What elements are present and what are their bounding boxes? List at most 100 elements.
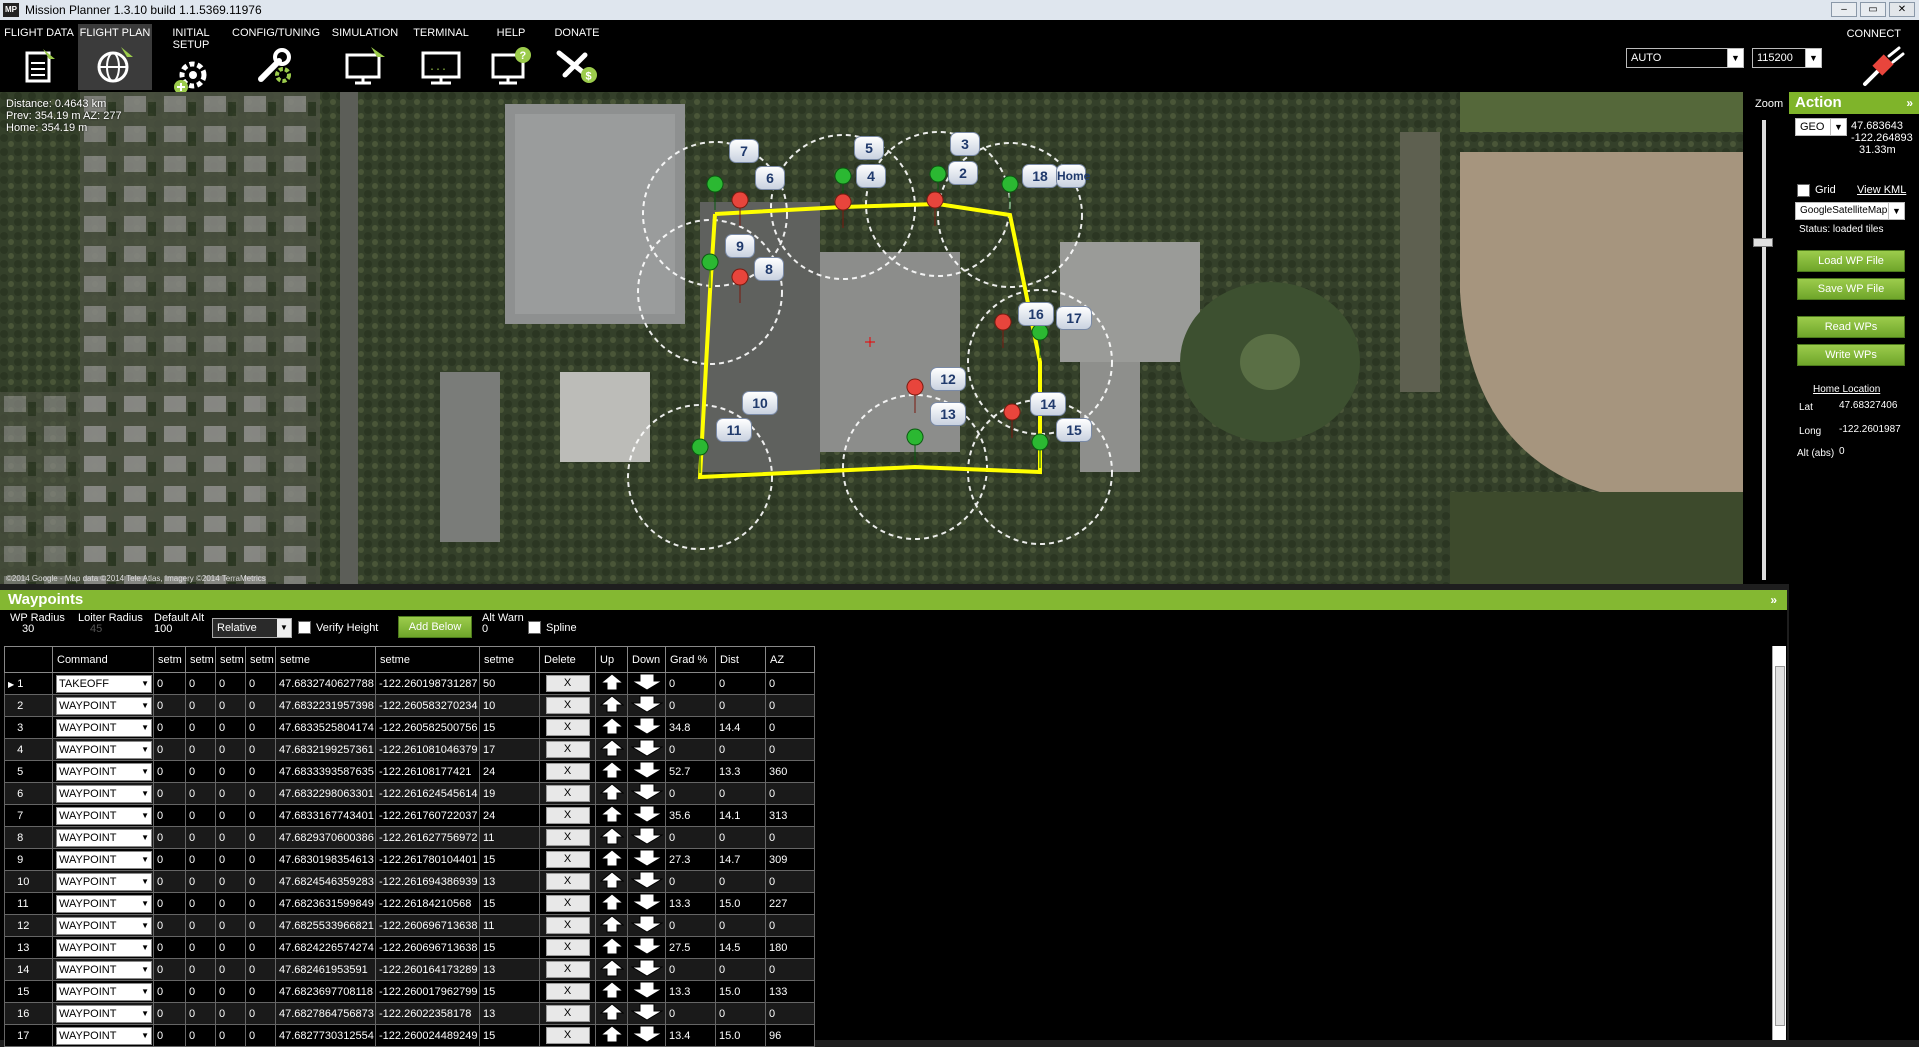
delete-button[interactable]: X: [545, 719, 590, 736]
alt-cell[interactable]: 19: [479, 782, 540, 805]
table-row[interactable]: 6 WAYPOINT ▼ 0 0 0 0 47.6832298063301 -122.26162…: [4, 782, 815, 805]
row-number[interactable]: 13: [4, 936, 53, 959]
command-cell[interactable]: WAYPOINT ▼: [52, 936, 154, 959]
command-select[interactable]: WAYPOINT ▼: [56, 938, 152, 957]
baud-rate-select[interactable]: 115200 ▼: [1752, 48, 1822, 68]
alt-cell[interactable]: 15: [479, 716, 540, 739]
param3-cell[interactable]: 0: [215, 936, 246, 959]
down-arrow-icon[interactable]: [629, 959, 664, 980]
col-param2[interactable]: setm: [185, 646, 216, 673]
param2-cell[interactable]: 0: [185, 1024, 216, 1047]
waypoint-label[interactable]: 13: [930, 402, 966, 426]
command-cell[interactable]: WAYPOINT ▼: [52, 826, 154, 849]
alt-frame-select[interactable]: Relative ▼: [212, 618, 292, 638]
col-up[interactable]: Up: [595, 646, 628, 673]
lat-cell[interactable]: 47.6832740627788: [275, 672, 376, 695]
col-command[interactable]: Command: [52, 646, 154, 673]
param2-cell[interactable]: 0: [185, 936, 216, 959]
command-select[interactable]: WAYPOINT ▼: [56, 850, 152, 869]
waypoint-label[interactable]: 14: [1030, 392, 1066, 416]
up-arrow-icon[interactable]: [599, 805, 624, 826]
home-label[interactable]: Home: [1056, 164, 1090, 188]
delete-button[interactable]: X: [545, 763, 590, 780]
command-select[interactable]: WAYPOINT ▼: [56, 1004, 152, 1023]
command-select[interactable]: WAYPOINT ▼: [56, 806, 152, 825]
up-arrow-icon[interactable]: [599, 871, 624, 892]
command-cell[interactable]: WAYPOINT ▼: [52, 782, 154, 805]
param4-cell[interactable]: 0: [245, 914, 276, 937]
table-row[interactable]: 5 WAYPOINT ▼ 0 0 0 0 47.6833393587635 -122.26108…: [4, 760, 815, 783]
down-arrow-icon[interactable]: [629, 981, 664, 1002]
delete-button[interactable]: X: [545, 961, 590, 978]
lat-cell[interactable]: 47.6825533966821: [275, 914, 376, 937]
wp-radius-field[interactable]: 30: [22, 623, 34, 635]
param2-cell[interactable]: 0: [185, 716, 216, 739]
table-scrollbar[interactable]: [1772, 646, 1786, 1040]
command-cell[interactable]: WAYPOINT ▼: [52, 1002, 154, 1025]
command-cell[interactable]: WAYPOINT ▼: [52, 892, 154, 915]
menu-simulation[interactable]: SIMULATION: [330, 24, 400, 90]
down-arrow-icon[interactable]: [629, 717, 664, 738]
param4-cell[interactable]: 0: [245, 694, 276, 717]
flight-mode-select[interactable]: AUTO ▼: [1626, 48, 1744, 68]
param3-cell[interactable]: 0: [215, 738, 246, 761]
up-arrow-icon[interactable]: [599, 981, 624, 1002]
param2-cell[interactable]: 0: [185, 958, 216, 981]
param3-cell[interactable]: 0: [215, 1024, 246, 1047]
up-arrow-icon[interactable]: [599, 739, 624, 760]
close-button[interactable]: ✕: [1889, 2, 1915, 17]
down-arrow-icon[interactable]: [629, 695, 664, 716]
param3-cell[interactable]: 0: [215, 958, 246, 981]
collapse-icon[interactable]: »: [1906, 92, 1913, 114]
lng-cell[interactable]: -122.26022358178: [375, 1002, 480, 1025]
param4-cell[interactable]: 0: [245, 848, 276, 871]
zoom-slider-track[interactable]: [1762, 120, 1766, 580]
row-number[interactable]: ▶ 1: [4, 672, 53, 695]
table-row[interactable]: 15 WAYPOINT ▼ 0 0 0 0 47.6823697708118 -122.2600…: [4, 980, 815, 1003]
alt-cell[interactable]: 11: [479, 826, 540, 849]
row-number[interactable]: 3: [4, 716, 53, 739]
satellite-map[interactable]: Distance: 0.4643 km Prev: 354.19 m AZ: 2…: [0, 92, 1743, 584]
coord-type-select[interactable]: GEO ▼: [1795, 118, 1847, 136]
param4-cell[interactable]: 0: [245, 958, 276, 981]
lng-cell[interactable]: -122.260198731287: [375, 672, 480, 695]
row-number[interactable]: 6: [4, 782, 53, 805]
default-alt-field[interactable]: 100: [154, 623, 172, 635]
delete-button[interactable]: X: [545, 917, 590, 934]
param3-cell[interactable]: 0: [215, 892, 246, 915]
delete-button[interactable]: X: [545, 939, 590, 956]
param1-cell[interactable]: 0: [153, 1024, 186, 1047]
col-delete[interactable]: Delete: [539, 646, 596, 673]
param2-cell[interactable]: 0: [185, 782, 216, 805]
table-row[interactable]: 10 WAYPOINT ▼ 0 0 0 0 47.6824546359283 -122.2616…: [4, 870, 815, 893]
command-select[interactable]: WAYPOINT ▼: [56, 982, 152, 1001]
read-wps-button[interactable]: Read WPs: [1797, 316, 1905, 338]
lat-cell[interactable]: 47.6827730312554: [275, 1024, 376, 1047]
delete-button[interactable]: X: [545, 983, 590, 1000]
waypoint-label[interactable]: 18: [1022, 164, 1058, 188]
alt-cell[interactable]: 10: [479, 694, 540, 717]
up-arrow-icon[interactable]: [599, 959, 624, 980]
menu-initial-setup[interactable]: INITIAL SETUP: [154, 24, 228, 94]
lat-cell[interactable]: 47.6830198354613: [275, 848, 376, 871]
table-row[interactable]: 4 WAYPOINT ▼ 0 0 0 0 47.6832199257361 -122.26108…: [4, 738, 815, 761]
param3-cell[interactable]: 0: [215, 760, 246, 783]
lat-cell[interactable]: 47.682461953591: [275, 958, 376, 981]
row-number[interactable]: 17: [4, 1024, 53, 1047]
up-arrow-icon[interactable]: [599, 893, 624, 914]
menu-donate[interactable]: DONATE $: [548, 24, 606, 90]
col-az[interactable]: AZ: [765, 646, 815, 673]
delete-button[interactable]: X: [545, 785, 590, 802]
waypoint-label[interactable]: 8: [754, 257, 784, 281]
delete-button[interactable]: X: [545, 675, 590, 692]
alt-cell[interactable]: 13: [479, 958, 540, 981]
lat-cell[interactable]: 47.6833167743401: [275, 804, 376, 827]
delete-button[interactable]: X: [545, 895, 590, 912]
row-number[interactable]: 10: [4, 870, 53, 893]
delete-button[interactable]: X: [545, 741, 590, 758]
param2-cell[interactable]: 0: [185, 826, 216, 849]
alt-cell[interactable]: 50: [479, 672, 540, 695]
write-wps-button[interactable]: Write WPs: [1797, 344, 1905, 366]
map-type-select[interactable]: GoogleSatelliteMap ▼: [1795, 202, 1905, 220]
param2-cell[interactable]: 0: [185, 672, 216, 695]
